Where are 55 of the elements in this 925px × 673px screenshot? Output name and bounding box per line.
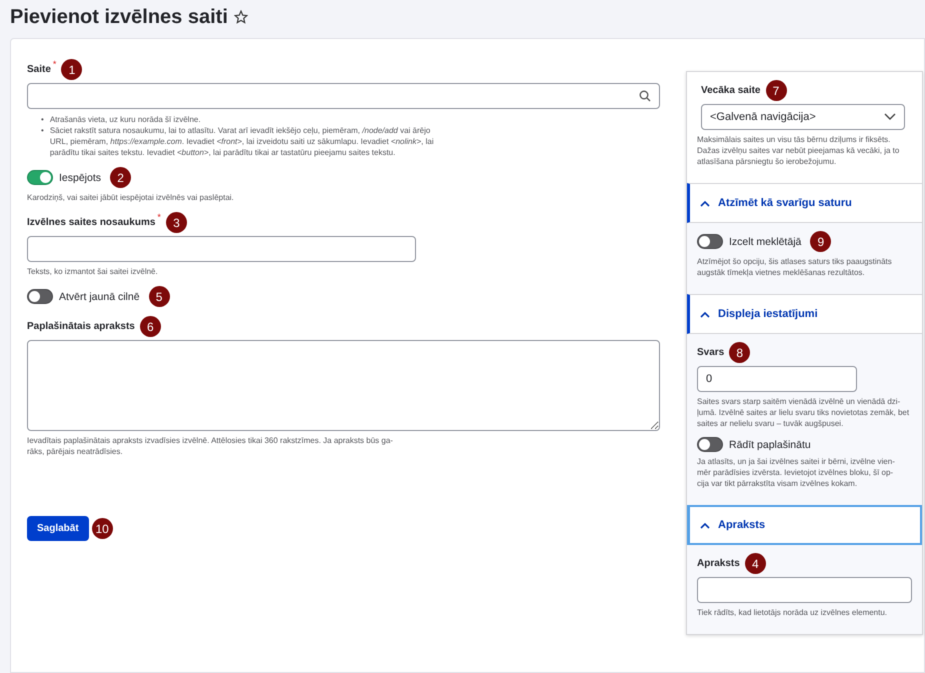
page-title: Pievienot izvēlnes saiti bbox=[10, 6, 228, 28]
help-text: Atrašanās vieta, uz kuru norāda šī izvēlne. bbox=[50, 114, 201, 125]
link-search-field[interactable] bbox=[27, 83, 660, 109]
annotation-marker: 2 bbox=[110, 167, 132, 188]
title-field[interactable] bbox=[27, 236, 416, 262]
toggle-switch[interactable] bbox=[697, 234, 723, 249]
toggle-label: Izcelt meklētājā bbox=[729, 236, 802, 248]
toggle-switch[interactable] bbox=[27, 289, 53, 304]
accordion-header[interactable]: Atzīmēt kā svarīgu saturu bbox=[687, 183, 922, 223]
chevron-icon bbox=[700, 522, 710, 528]
save-button[interactable]: Saglabāt bbox=[27, 516, 89, 541]
description-field[interactable] bbox=[697, 577, 912, 603]
field-label: Apraksts bbox=[697, 558, 740, 569]
help-text: Sāciet rakstīt satura nosaukumu, lai to atlasītu. Varat arī ievadīt iekšējo ceļu, piemēram, /node/add vai ārējo URL, piemēram, https://example.com. Ievadiet <front>, lai izveidotu saiti uz sākumlapu. Ievadiet <nolink>, lai parādītu tikai saites tekstu. Ievadiet <button>, lai parādītu tikai ar tastatūru pieejamu saites tekstu. bbox=[50, 125, 435, 158]
toggle-switch[interactable] bbox=[697, 437, 723, 452]
accordion-header[interactable]: Apraksts bbox=[687, 505, 922, 545]
toggle-label: Rādīt paplašinātu bbox=[729, 438, 811, 450]
field-label: Izvēlnes saites nosaukums bbox=[27, 217, 156, 228]
help-text: Ja atlasīts, un ja šai izvēlnes saitei ir bērni, izvēlne vien- mēr parādīsies izvērsta. Ievietojot izvēlnes bloku, šī op- cija var tikt pārrakstīta visam izvēlnes kokam. bbox=[697, 456, 896, 489]
field-label: Svars bbox=[697, 347, 724, 358]
toggle-label: Iespējots bbox=[59, 172, 102, 184]
bullet: • bbox=[41, 125, 44, 137]
weight-field[interactable]: 0 bbox=[697, 366, 857, 392]
bullet: • bbox=[41, 114, 44, 125]
help-text: Teksts, ko izmantot šai saitei izvēlnē. bbox=[27, 266, 159, 277]
annotation-marker: 7 bbox=[766, 80, 786, 101]
annotation-marker: 3 bbox=[166, 212, 187, 233]
description-textarea[interactable] bbox=[27, 340, 660, 431]
chevron-icon bbox=[700, 310, 710, 318]
annotation-marker: 8 bbox=[729, 342, 750, 363]
chevron-icon bbox=[700, 200, 710, 206]
annotation-marker: 6 bbox=[140, 316, 161, 337]
help-text: Tiek rādīts, kad lietotājs norāda uz izvēlnes elementu. bbox=[697, 607, 888, 618]
annotation-marker: 10 bbox=[92, 518, 113, 539]
required-mark: * bbox=[157, 212, 161, 222]
help-text: Ievadītais paplašinātais apraksts izvadīsies izvēlnē. Attēlosies tikai 360 rakstzīmes. Ja apraksts būs ga- rāks, pārējais neatrādīsies. bbox=[27, 435, 394, 457]
annotation-marker: 5 bbox=[148, 286, 170, 307]
field-label: Vecāka saite bbox=[701, 85, 760, 96]
star-icon[interactable] bbox=[234, 10, 248, 24]
parent-link-select[interactable]: <Galvenā navigācija> bbox=[701, 104, 905, 130]
help-text: Maksimālais saites un visu tās bērnu dziļums ir fiksēts. Dažas izvēlņu saites var nebūt pieejamas kā vecāki, ja to atlasīšana pārsniegtu šo ierobežojumu. bbox=[697, 134, 900, 167]
toggle-label: Atvērt jaunā cilnē bbox=[59, 290, 140, 302]
toggle-switch[interactable] bbox=[27, 170, 53, 185]
help-text: Saites svars starp saitēm vienādā izvēlnē un vienādā dzi- ļumā. Izvēlnē saites ar lielu svaru tiks novietotas zemāk, bet saites ar nelielu svaru – tuvāk augšpusei. bbox=[697, 396, 910, 429]
required-mark: * bbox=[52, 59, 56, 69]
annotation-marker: 1 bbox=[61, 59, 82, 80]
chevron-down-icon bbox=[884, 113, 896, 121]
field-label: Paplašinātais apraksts bbox=[27, 321, 135, 332]
annotation-marker: 9 bbox=[810, 231, 832, 252]
search-icon bbox=[639, 90, 651, 102]
field-label: Saite bbox=[27, 64, 51, 75]
help-text: Karodziņš, vai saitei jābūt iespējotai izvēlnēs vai paslēptai. bbox=[27, 192, 235, 203]
accordion-header[interactable]: Displeja iestatījumi bbox=[687, 294, 922, 334]
annotation-marker: 4 bbox=[744, 553, 766, 574]
help-text: Atzīmējot šo opciju, šis atlases saturs tiks paaugstināts augstāk tīmekļa vietnes meklēšanas rezultātos. bbox=[697, 256, 893, 278]
